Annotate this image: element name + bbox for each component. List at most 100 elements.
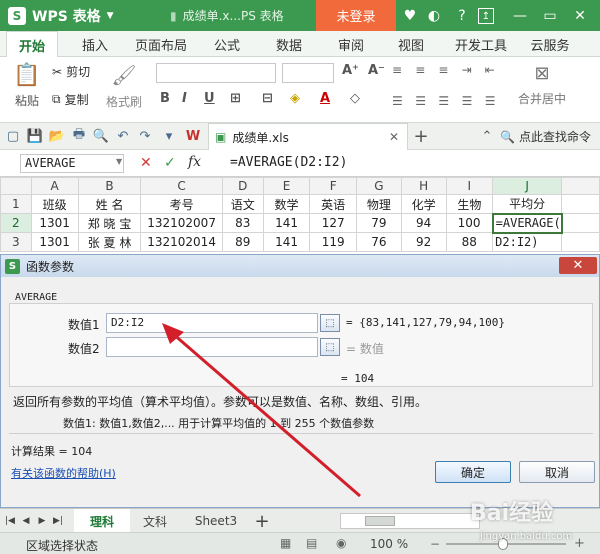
column-header[interactable]: A [30, 177, 79, 195]
tab-formulas[interactable]: 公式 [204, 31, 250, 57]
cell[interactable]: 1301 [30, 213, 79, 233]
cell[interactable]: 物理 [356, 194, 402, 214]
cell[interactable]: 考号 [140, 194, 223, 214]
skin-icon[interactable]: ♥ [400, 6, 420, 26]
format-painter-button[interactable]: 🖌 格式刷 [104, 63, 144, 119]
new-icon[interactable]: ▢ [4, 127, 22, 145]
name-box-dropdown-icon[interactable]: ▼ [116, 157, 122, 166]
add-sheet-icon[interactable]: + [250, 509, 274, 533]
column-header[interactable]: I [445, 177, 494, 195]
column-header[interactable]: B [77, 177, 142, 195]
zoom-in-icon[interactable]: + [574, 536, 585, 551]
arg2-input[interactable] [106, 337, 318, 357]
cell[interactable]: 94 [400, 213, 447, 233]
cell[interactable]: 83 [221, 213, 264, 233]
formula-input[interactable]: =AVERAGE(D2:I2) [230, 154, 595, 173]
clear-format-icon[interactable]: ◇ [350, 91, 360, 106]
column-header[interactable]: H [400, 177, 447, 195]
restore-panel-icon[interactable]: ↥ [478, 8, 494, 24]
tab-view[interactable]: 视图 [388, 31, 434, 57]
preview-icon[interactable]: 🔍 [92, 127, 110, 145]
close-tab-icon[interactable]: ✕ [389, 130, 399, 144]
row-header[interactable]: 3 [0, 232, 32, 252]
sheet-tab-理科[interactable]: 理科 [74, 509, 130, 533]
first-sheet-icon[interactable]: |◀ [4, 509, 16, 533]
font-family-select[interactable] [156, 63, 276, 83]
cell[interactable]: 化学 [400, 194, 447, 214]
new-tab-icon[interactable]: + [412, 126, 430, 147]
bold-icon[interactable]: B [160, 91, 170, 106]
cell[interactable]: 班级 [30, 194, 79, 214]
view-page-icon[interactable]: ▤ [306, 536, 317, 550]
distribute-icon[interactable]: ☰ [485, 94, 508, 117]
align-middle-icon[interactable]: ≡ [415, 63, 438, 86]
spreadsheet-grid[interactable]: A B C D E F G H I J 1 班级 姓 名 考号 语文 数学 英语… [0, 177, 600, 255]
cell[interactable]: 92 [400, 232, 447, 252]
indent-icon[interactable]: ⇥ [462, 63, 485, 86]
dialog-title-bar[interactable]: S 函数参数 [1, 255, 599, 277]
shrink-font-icon[interactable]: A⁻ [368, 63, 385, 78]
tab-home[interactable]: 开始 [6, 31, 58, 58]
feedback-icon[interactable]: ◐ [424, 6, 444, 26]
column-header[interactable]: D [221, 177, 264, 195]
column-header[interactable]: G [356, 177, 402, 195]
document-tab[interactable]: ▣ 成绩单.xls ✕ [208, 123, 408, 150]
cell[interactable]: D2:I2) [492, 232, 563, 252]
name-box[interactable]: AVERAGE [20, 154, 124, 173]
zoom-level[interactable]: 100 % [370, 537, 408, 551]
save-icon[interactable]: 💾 [26, 127, 44, 145]
tab-page-layout[interactable]: 页面布局 [128, 31, 194, 57]
merge-center-button[interactable]: ⊠ 合并居中 [512, 63, 572, 119]
zoom-slider[interactable] [446, 538, 566, 550]
view-reading-icon[interactable]: ◉ [336, 536, 346, 550]
command-search[interactable]: 🔍 点此查找命令 [500, 128, 591, 145]
align-right-icon[interactable]: ☰ [438, 94, 461, 117]
horizontal-scrollbar[interactable] [340, 513, 480, 529]
font-color-icon[interactable]: A [320, 91, 330, 106]
cancel-button[interactable]: 取消 [519, 461, 595, 483]
cell[interactable]: 141 [262, 232, 311, 252]
confirm-formula-icon[interactable]: ✓ [164, 155, 176, 171]
more-tabs-icon[interactable]: ⌃ [478, 127, 496, 145]
cell[interactable]: 郑 晓 宝 [77, 213, 142, 233]
login-button[interactable]: 未登录 [316, 0, 396, 31]
view-normal-icon[interactable]: ▦ [280, 536, 291, 550]
underline-icon[interactable]: U [204, 91, 215, 106]
cell[interactable]: 生物 [445, 194, 494, 214]
dialog-close-button[interactable]: ✕ [559, 257, 597, 274]
outdent-icon[interactable]: ⇤ [485, 63, 508, 86]
row-header[interactable]: 2 [0, 213, 32, 233]
align-bottom-icon[interactable]: ≡ [438, 63, 461, 86]
sheet-tab-sheet3[interactable]: Sheet3 [186, 509, 246, 533]
fill-color-icon[interactable]: ◈ [290, 91, 300, 106]
cell-table[interactable]: A B C D E F G H I J 1 班级 姓 名 考号 语文 数学 英语… [0, 177, 600, 252]
cell[interactable]: 平均分 [492, 194, 563, 214]
tab-data[interactable]: 数据 [266, 31, 312, 57]
zoom-out-icon[interactable]: − [430, 537, 440, 551]
cell[interactable]: 89 [221, 232, 264, 252]
cell[interactable]: 132102007 [140, 213, 223, 233]
align-center-icon[interactable]: ☰ [415, 94, 438, 117]
cell[interactable] [561, 232, 600, 252]
column-header[interactable]: E [262, 177, 311, 195]
italic-icon[interactable]: I [182, 91, 187, 106]
cell[interactable]: 119 [309, 232, 357, 252]
cell[interactable]: 79 [356, 213, 402, 233]
column-header[interactable]: F [309, 177, 357, 195]
close-icon[interactable]: ✕ [570, 6, 590, 26]
cell[interactable] [561, 194, 600, 214]
cell[interactable]: 88 [445, 232, 494, 252]
print-icon[interactable]: 🖶 [70, 127, 88, 145]
tab-cloud[interactable]: 云服务 [522, 31, 578, 57]
cell[interactable]: 127 [309, 213, 357, 233]
cell[interactable]: 132102014 [140, 232, 223, 252]
cell[interactable] [561, 213, 600, 233]
qat-more-icon[interactable]: ▾ [160, 127, 178, 145]
cell[interactable]: 1301 [30, 232, 79, 252]
font-size-select[interactable] [282, 63, 334, 83]
scroll-thumb[interactable] [365, 516, 395, 526]
cell[interactable]: 100 [445, 213, 494, 233]
tab-review[interactable]: 审阅 [328, 31, 374, 57]
sheet-tab-文科[interactable]: 文科 [130, 509, 180, 533]
align-left-icon[interactable]: ☰ [392, 94, 415, 117]
